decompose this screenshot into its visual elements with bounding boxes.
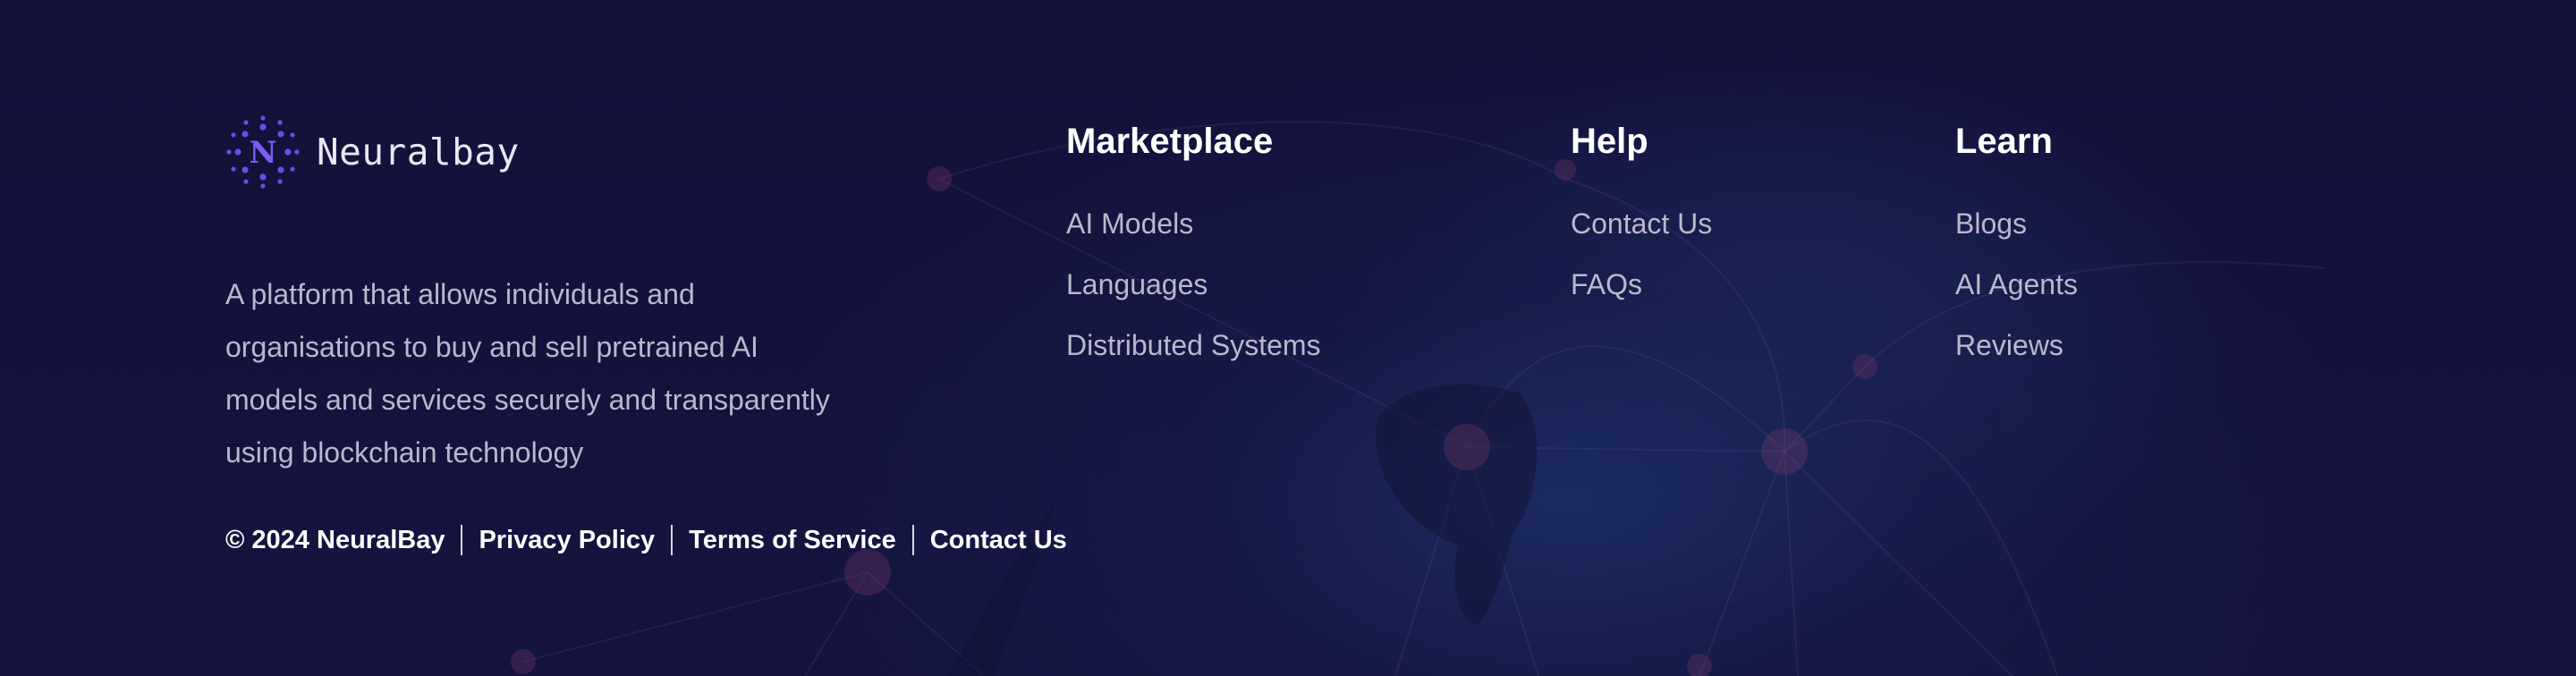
- help-links: Contact Us FAQs: [1571, 206, 1712, 327]
- brand-name: Neuralbay: [317, 131, 520, 173]
- list-item: Contact Us: [1571, 206, 1712, 266]
- brand-tagline: A platform that allows individuals and o…: [225, 278, 830, 469]
- list-item: Distributed Systems: [1066, 327, 1321, 388]
- list-item: FAQs: [1571, 266, 1712, 327]
- privacy-policy-link[interactable]: Privacy Policy: [479, 526, 655, 555]
- logo-letter: N: [249, 135, 276, 171]
- learn-links: Blogs AI Agents Reviews: [1955, 206, 2078, 388]
- divider: [911, 525, 914, 555]
- footer-bottom-bar: © 2024 NeuralBay Privacy Policy Terms of…: [225, 525, 1067, 555]
- link-ai-models[interactable]: AI Models: [1066, 207, 1193, 240]
- link-faqs[interactable]: FAQs: [1571, 268, 1642, 300]
- marketplace-column: Marketplace AI Models Languages Distribu…: [1066, 120, 1321, 388]
- help-column: Help Contact Us FAQs: [1571, 120, 1712, 327]
- list-item: Blogs: [1955, 206, 2078, 266]
- help-heading: Help: [1571, 122, 1648, 161]
- divider: [671, 525, 674, 555]
- link-contact-us[interactable]: Contact Us: [1571, 207, 1712, 240]
- neuralbay-logo-icon: N: [226, 115, 300, 189]
- terms-of-service-link[interactable]: Terms of Service: [689, 526, 896, 555]
- list-item: AI Agents: [1955, 266, 2078, 327]
- link-reviews[interactable]: Reviews: [1955, 329, 2063, 361]
- bottom-contact-us-link[interactable]: Contact Us: [930, 526, 1067, 555]
- link-blogs[interactable]: Blogs: [1955, 207, 2027, 240]
- divider: [461, 525, 463, 555]
- list-item: Languages: [1066, 266, 1321, 327]
- list-item: Reviews: [1955, 327, 2078, 388]
- link-ai-agents[interactable]: AI Agents: [1955, 268, 2078, 300]
- marketplace-links: AI Models Languages Distributed Systems: [1066, 206, 1321, 388]
- learn-column: Learn Blogs AI Agents Reviews: [1955, 120, 2078, 388]
- marketplace-heading: Marketplace: [1066, 122, 1274, 161]
- brand[interactable]: N Neuralbay: [225, 114, 520, 190]
- link-languages[interactable]: Languages: [1066, 268, 1208, 300]
- learn-heading: Learn: [1955, 122, 2053, 161]
- link-distributed-systems[interactable]: Distributed Systems: [1066, 329, 1321, 361]
- list-item: AI Models: [1066, 206, 1321, 266]
- copyright-text: © 2024 NeuralBay: [225, 525, 445, 554]
